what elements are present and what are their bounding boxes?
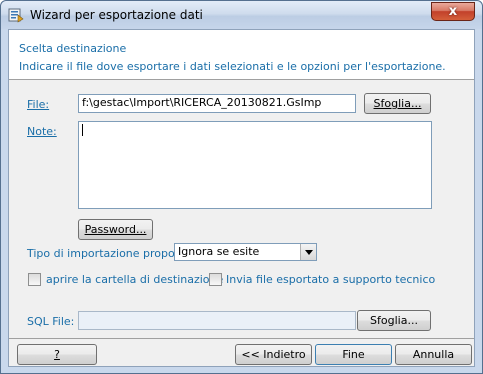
step-description: Indicare il file dove esportare i dati s… xyxy=(19,60,446,73)
file-path-field[interactable]: f:\gestac\Import\RICERCA_20130821.GsImp xyxy=(78,94,356,113)
footer-separator xyxy=(9,338,474,339)
text-cursor xyxy=(82,124,83,136)
note-textarea[interactable] xyxy=(78,121,432,209)
chevron-down-icon[interactable] xyxy=(300,244,316,260)
password-button-label: Password... xyxy=(84,223,147,236)
title-bar[interactable]: Wizard per esportazione dati x xyxy=(1,1,482,29)
password-button[interactable]: Password... xyxy=(78,219,153,240)
send-support-checkbox[interactable] xyxy=(209,273,222,286)
finish-button[interactable]: Fine xyxy=(315,344,392,365)
cancel-button[interactable]: Annulla xyxy=(395,344,472,365)
sql-file-label: SQL File: xyxy=(27,315,75,328)
window-title: Wizard per esportazione dati xyxy=(30,8,203,22)
note-label: Note: xyxy=(27,125,57,138)
wizard-client-area: Scelta destinazione Indicare il file dov… xyxy=(8,29,475,367)
help-button[interactable]: ? xyxy=(17,344,97,365)
open-folder-label[interactable]: aprire la cartella di destinazione xyxy=(46,273,223,286)
browse-file-button[interactable]: Sfoglia... xyxy=(364,93,431,114)
back-button[interactable]: << Indietro xyxy=(235,344,312,365)
app-icon xyxy=(8,8,24,23)
step-heading: Scelta destinazione xyxy=(19,42,127,55)
close-button[interactable]: x xyxy=(431,2,475,21)
browse-sql-button[interactable]: Sfoglia... xyxy=(357,310,431,331)
import-type-label: Tipo di importazione proposta: xyxy=(27,247,196,260)
note-label-text: Note: xyxy=(27,125,57,138)
sql-file-field[interactable] xyxy=(78,311,356,330)
wizard-header-panel: Scelta destinazione Indicare il file dov… xyxy=(9,30,474,80)
import-type-select[interactable]: Ignora se esite xyxy=(174,243,317,261)
wizard-window: Wizard per esportazione dati x Scelta de… xyxy=(0,0,483,374)
file-label: File: xyxy=(27,98,49,111)
import-type-value: Ignora se esite xyxy=(178,245,260,258)
browse-file-label: Sfoglia... xyxy=(373,97,422,110)
help-button-label: ? xyxy=(54,348,60,361)
open-folder-checkbox[interactable] xyxy=(28,273,41,286)
file-label-text: File: xyxy=(27,98,50,111)
send-support-label[interactable]: Invia file esportato a supporto tecnico xyxy=(226,273,435,286)
